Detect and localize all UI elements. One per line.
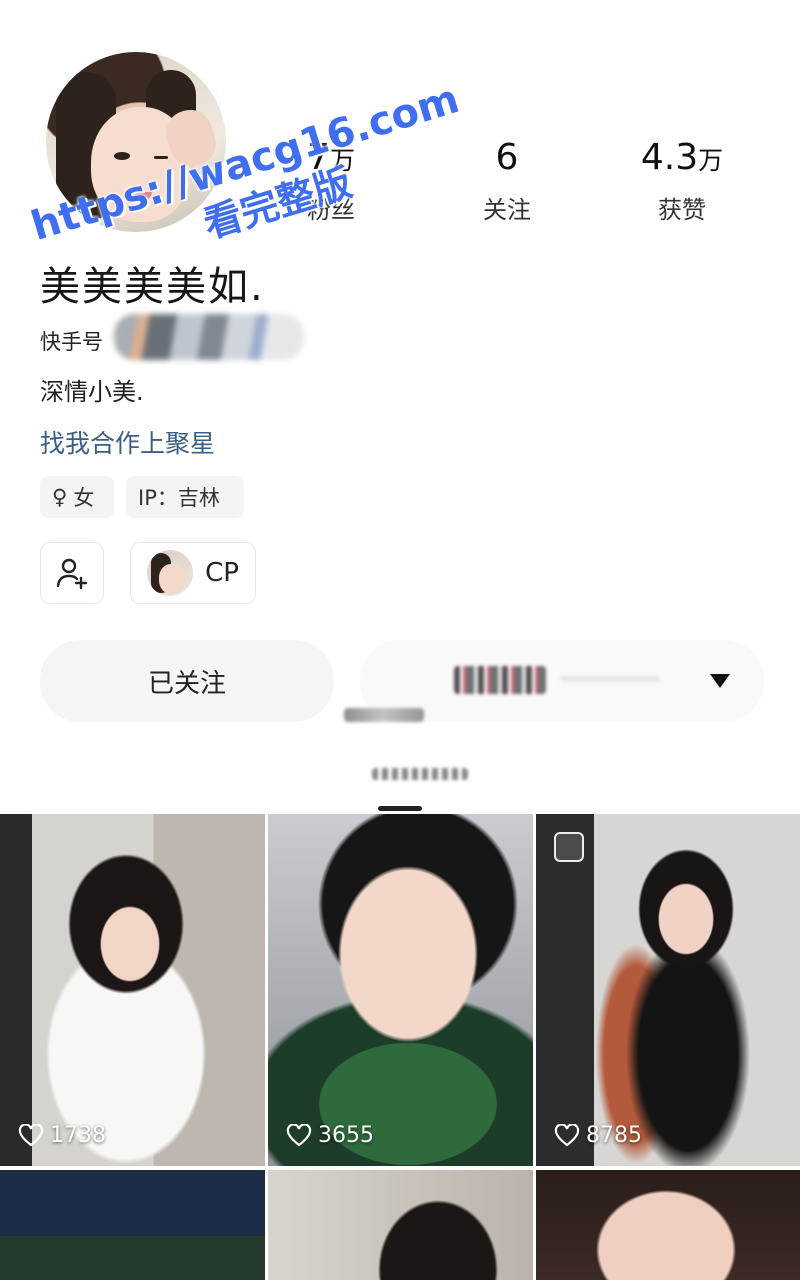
female-icon: ♀ xyxy=(52,485,68,509)
photo-icon xyxy=(554,832,584,862)
gender-text: 女 xyxy=(73,486,95,510)
like-count: 8785 xyxy=(554,1123,642,1148)
grid-item-3[interactable]: 8785 xyxy=(536,814,800,1166)
ip-tag: IP：吉林 xyxy=(126,476,244,518)
gender-tag: ♀ 女 xyxy=(40,476,114,518)
cooperation-link[interactable]: 找我合作上聚星 xyxy=(40,424,215,460)
nickname: 美美美美如. xyxy=(40,264,265,310)
dropdown-icon xyxy=(710,674,730,688)
heart-icon xyxy=(286,1123,312,1146)
likes-count: 4.3 xyxy=(640,137,699,178)
like-count-text: 3655 xyxy=(318,1123,374,1148)
grid-item-5[interactable] xyxy=(268,1170,533,1280)
followed-button[interactable]: 已关注 xyxy=(40,640,334,722)
scan-artifact xyxy=(372,768,468,780)
scan-artifact xyxy=(344,708,424,722)
likes-unit: 万 xyxy=(698,146,724,175)
tab-indicator xyxy=(378,806,422,811)
grid-item-2[interactable]: 3655 xyxy=(268,814,533,1166)
add-friend-button[interactable] xyxy=(40,542,104,604)
following-label: 关注 xyxy=(483,196,531,224)
cp-avatar xyxy=(147,550,194,596)
kuaishou-id-label: 快手号 xyxy=(40,330,103,354)
like-count-text: 1738 xyxy=(50,1123,106,1148)
add-friend-icon xyxy=(56,558,88,590)
ip-location: IP：吉林 xyxy=(138,486,220,510)
cp-label: CP xyxy=(205,558,239,588)
cp-button[interactable]: CP xyxy=(130,542,256,604)
heart-icon xyxy=(18,1123,44,1146)
grid-item-4[interactable] xyxy=(0,1170,265,1280)
stat-likes[interactable]: 4.3万 获赞 xyxy=(624,140,740,225)
likes-label: 获赞 xyxy=(658,196,706,224)
like-count-text: 8785 xyxy=(586,1123,642,1148)
grid-item-6[interactable] xyxy=(536,1170,800,1280)
followed-label: 已关注 xyxy=(147,668,226,699)
kuaishou-id-redacted xyxy=(114,314,304,360)
grid-item-1[interactable]: 1738 xyxy=(0,814,265,1166)
like-count: 1738 xyxy=(18,1123,106,1148)
like-count: 3655 xyxy=(286,1123,374,1148)
following-count: 6 xyxy=(495,137,519,178)
stat-following[interactable]: 6 关注 xyxy=(452,140,562,225)
heart-icon xyxy=(554,1123,580,1146)
bio: 深情小美. xyxy=(40,378,144,406)
